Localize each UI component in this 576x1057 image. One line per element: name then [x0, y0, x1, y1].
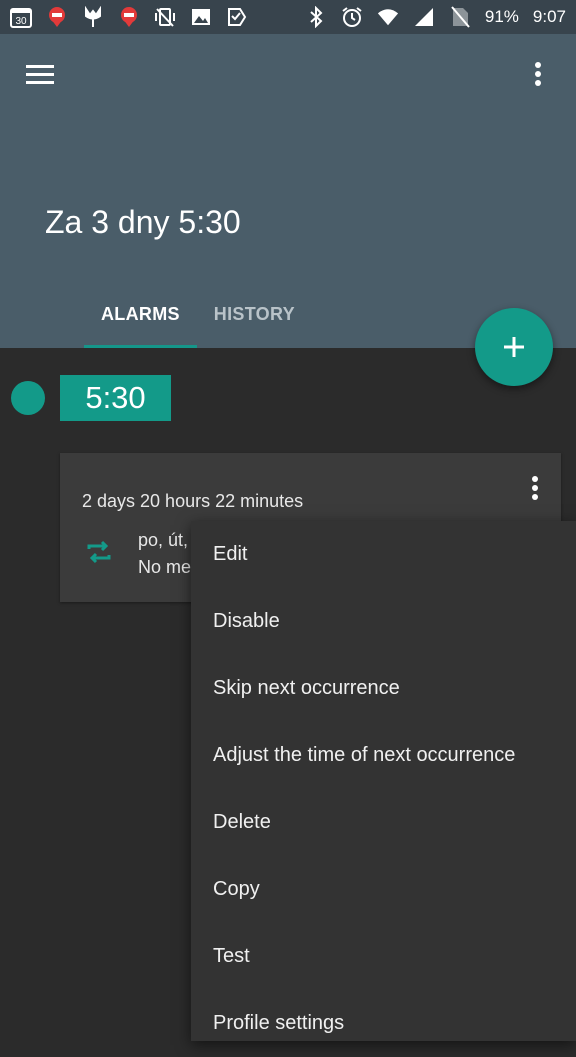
menu-item-skip-next[interactable]: Skip next occurrence [191, 655, 576, 722]
svg-text:30: 30 [15, 16, 27, 27]
bluetooth-icon [305, 6, 327, 28]
image-icon [190, 6, 212, 28]
alarm-countdown: 2 days 20 hours 22 minutes [82, 491, 304, 511]
plus-icon [504, 337, 524, 357]
tab-history[interactable]: HISTORY [197, 288, 312, 348]
alarm-note: No me [138, 557, 192, 577]
hamburger-menu-icon[interactable] [20, 56, 60, 92]
signal-icon [413, 6, 435, 28]
alarm-more-icon[interactable] [523, 473, 547, 503]
battery-percent: 91% [484, 7, 519, 26]
menu-item-copy[interactable]: Copy [191, 856, 576, 923]
tab-alarms[interactable]: ALARMS [84, 288, 197, 348]
menu-item-test[interactable]: Test [191, 923, 576, 990]
no-sim-icon [449, 6, 471, 28]
maps-pin-icon [46, 6, 68, 28]
menu-item-delete[interactable]: Delete [191, 789, 576, 856]
tab-bar: ALARMS HISTORY [84, 288, 312, 348]
status-bar: 30 91% 9:07 [0, 0, 576, 34]
tulip-icon [82, 6, 104, 28]
alarm-context-menu: Edit Disable Skip next occurrence Adjust… [191, 521, 576, 1041]
overflow-menu-icon[interactable] [522, 56, 554, 92]
alarm-clock-icon [341, 6, 363, 28]
next-alarm-title: Za 3 dny 5:30 [45, 204, 241, 240]
wifi-icon [377, 6, 399, 28]
menu-item-adjust-time[interactable]: Adjust the time of next occurrence [191, 722, 576, 789]
app-header: Za 3 dny 5:30 ALARMS HISTORY [0, 34, 576, 348]
menu-item-disable[interactable]: Disable [191, 588, 576, 655]
vibrate-icon [154, 6, 176, 28]
alarm-enabled-toggle[interactable] [11, 381, 45, 415]
alarm-repeat-days: po, út, [138, 530, 189, 550]
maps-pin-icon [118, 6, 140, 28]
calendar-30-icon: 30 [10, 6, 32, 28]
clock: 9:07 [532, 7, 566, 26]
add-alarm-button[interactable] [475, 308, 553, 386]
check-tag-icon [226, 6, 248, 28]
repeat-icon [84, 537, 114, 567]
menu-item-edit[interactable]: Edit [191, 521, 576, 588]
alarm-time[interactable]: 5:30 [60, 375, 171, 421]
